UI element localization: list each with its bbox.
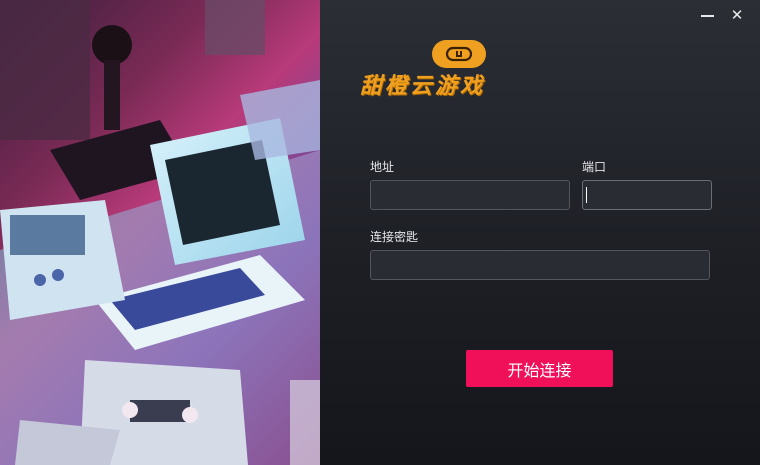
retro-computer-artwork [0,0,320,465]
start-connect-button[interactable]: 开始连接 [466,350,613,387]
brand-logo: 甜橙云游戏 [360,40,560,99]
text-caret [586,187,587,203]
connection-key-input[interactable] [370,250,710,280]
key-label: 连接密匙 [370,230,419,244]
window-controls: ✕ [698,6,746,24]
port-label: 端口 [582,160,607,174]
controller-logo-icon [432,40,486,68]
close-icon[interactable]: ✕ [728,6,746,24]
app-window: ✕ 甜橙云游戏 地址 端口 连接密匙 开始连接 [0,0,760,465]
minimize-icon[interactable] [698,6,716,24]
connection-panel: ✕ 甜橙云游戏 地址 端口 连接密匙 开始连接 [320,0,760,465]
address-label: 地址 [370,160,395,174]
artwork-illustration [0,0,320,465]
address-input[interactable] [370,180,570,210]
brand-name: 甜橙云游戏 [360,73,486,99]
port-input[interactable] [582,180,712,210]
